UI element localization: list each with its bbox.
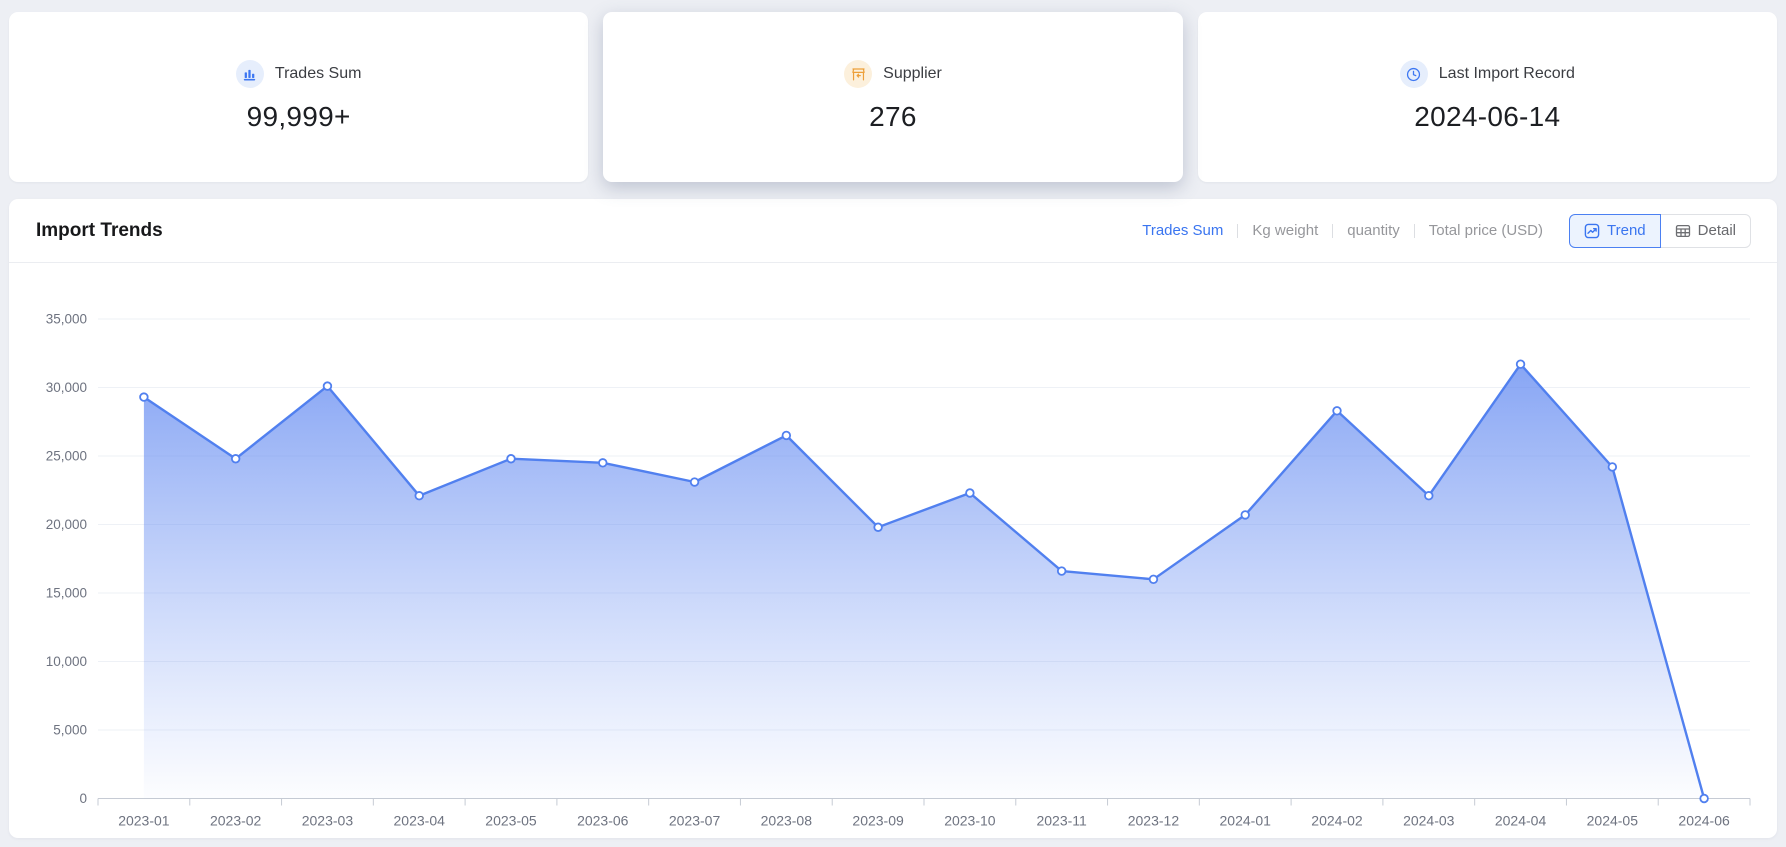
svg-text:2024-06: 2024-06 (1678, 813, 1730, 829)
svg-text:2023-09: 2023-09 (852, 813, 904, 829)
svg-text:2024-01: 2024-01 (1220, 813, 1272, 829)
svg-text:2023-03: 2023-03 (302, 813, 354, 829)
svg-text:10,000: 10,000 (46, 654, 87, 669)
svg-text:2023-11: 2023-11 (1036, 813, 1087, 829)
svg-text:0: 0 (79, 791, 87, 806)
metric-tab-total-price-usd[interactable]: Total price (USD) (1429, 222, 1543, 239)
svg-text:20,000: 20,000 (46, 517, 87, 532)
detail-button-label: Detail (1698, 222, 1736, 239)
svg-text:2024-02: 2024-02 (1311, 813, 1363, 829)
metric-tabs: Trades Sum Kg weight quantity Total pric… (1142, 222, 1543, 239)
svg-text:35,000: 35,000 (46, 312, 87, 327)
trend-area-chart: 35,000 30,000 25,000 20,000 15,000 10,000 5,00… (9, 263, 1777, 838)
svg-text:2023-05: 2023-05 (485, 813, 537, 829)
clock-icon (1400, 60, 1428, 88)
view-toggle: Trend Detail (1569, 214, 1751, 248)
import-trends-panel: Import Trends Trades Sum Kg weight quant… (9, 199, 1777, 838)
stat-card-trades-sum[interactable]: Trades Sum 99,999+ (9, 12, 588, 182)
metric-tab-quantity[interactable]: quantity (1347, 222, 1400, 239)
svg-text:2023-02: 2023-02 (210, 813, 262, 829)
import-trends-chart[interactable]: 35,000 30,000 25,000 20,000 15,000 10,000 5,00… (9, 263, 1777, 838)
svg-text:5,000: 5,000 (53, 723, 87, 738)
svg-text:2023-10: 2023-10 (944, 813, 996, 829)
stat-value: 276 (869, 101, 917, 133)
panel-title: Import Trends (36, 220, 163, 242)
svg-text:2023-04: 2023-04 (394, 813, 446, 829)
stat-value: 99,999+ (247, 101, 351, 133)
tab-separator (1237, 224, 1238, 238)
svg-text:30,000: 30,000 (46, 380, 87, 395)
detail-view-button[interactable]: Detail (1660, 214, 1751, 248)
svg-text:25,000: 25,000 (46, 449, 87, 464)
svg-text:2024-04: 2024-04 (1495, 813, 1547, 829)
dashboard-screen: Trades Sum 99,999+ Supplier 276 (0, 0, 1786, 847)
table-icon (1675, 223, 1691, 239)
svg-text:2024-05: 2024-05 (1587, 813, 1639, 829)
stat-head: Supplier (844, 60, 942, 88)
stats-cards-row: Trades Sum 99,999+ Supplier 276 (0, 0, 1786, 182)
stat-label: Last Import Record (1439, 65, 1575, 83)
svg-text:2024-03: 2024-03 (1403, 813, 1455, 829)
svg-text:2023-12: 2023-12 (1128, 813, 1180, 829)
svg-text:2023-01: 2023-01 (118, 813, 170, 829)
metric-tab-trades-sum[interactable]: Trades Sum (1142, 222, 1223, 239)
trend-button-label: Trend (1607, 222, 1646, 239)
stat-label: Trades Sum (275, 65, 362, 83)
svg-text:2023-08: 2023-08 (761, 813, 813, 829)
panel-header: Import Trends Trades Sum Kg weight quant… (9, 199, 1777, 263)
stat-value: 2024-06-14 (1414, 101, 1560, 133)
stat-label: Supplier (883, 65, 942, 83)
stat-card-supplier[interactable]: Supplier 276 (603, 12, 1182, 182)
stat-card-last-import-record[interactable]: Last Import Record 2024-06-14 (1198, 12, 1777, 182)
stat-head: Trades Sum (236, 60, 362, 88)
store-icon (844, 60, 872, 88)
bar-chart-icon (236, 60, 264, 88)
panel-header-right: Trades Sum Kg weight quantity Total pric… (1142, 214, 1751, 248)
stat-head: Last Import Record (1400, 60, 1575, 88)
metric-tab-kg-weight[interactable]: Kg weight (1252, 222, 1318, 239)
tab-separator (1414, 224, 1415, 238)
trend-chart-icon (1584, 223, 1600, 239)
svg-text:2023-07: 2023-07 (669, 813, 721, 829)
svg-text:15,000: 15,000 (46, 586, 87, 601)
svg-text:2023-06: 2023-06 (577, 813, 629, 829)
tab-separator (1332, 224, 1333, 238)
trend-view-button[interactable]: Trend (1569, 214, 1661, 248)
